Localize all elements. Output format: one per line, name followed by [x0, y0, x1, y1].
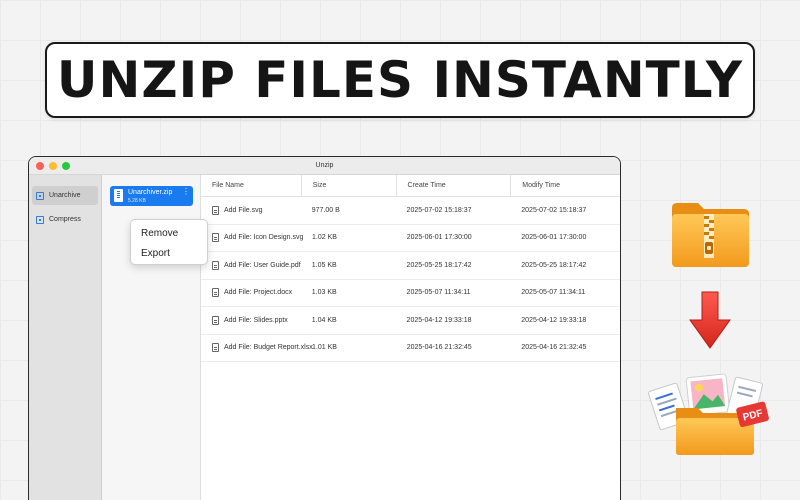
minimize-window-button[interactable] [49, 162, 57, 170]
file-size: 1.04 KB [311, 316, 337, 324]
column-header-create-time[interactable]: Create Time [395, 175, 511, 196]
file-name: Add File: User Guide.pdf [224, 261, 301, 269]
file-size: 1.02 KB [312, 234, 337, 242]
compress-icon [36, 215, 44, 224]
file-icon [212, 288, 219, 298]
table-row[interactable]: Add File: Slides.pptx 1.04 KB 2025-04-12… [201, 307, 620, 335]
column-header-size[interactable]: Size [300, 175, 396, 196]
menu-item-remove[interactable]: Remove [131, 224, 207, 244]
file-name-cell: Add File: User Guide.pdf [201, 260, 301, 270]
sidebar-item-label: Unarchive [49, 192, 81, 199]
create-time: 2025-04-16 21:32:45 [406, 344, 472, 352]
file-name-cell: Add File: Project.docx [201, 288, 301, 298]
file-icon [212, 260, 219, 270]
title-bar: Unzip [29, 157, 620, 175]
modify-time: 2025-04-16 21:32:45 [521, 344, 587, 352]
file-icon [212, 205, 219, 215]
create-time: 2025-04-12 19:33:18 [406, 316, 472, 324]
file-icon [212, 343, 219, 353]
create-time: 2025-05-07 11:34:11 [406, 289, 471, 297]
file-name-cell: Add File: Slides.pptx [201, 315, 301, 325]
down-arrow-icon [689, 291, 731, 349]
zip-file-icon [114, 189, 123, 202]
table-row[interactable]: Add File: Icon Design.svg 1.02 KB 2025-0… [201, 225, 620, 252]
file-name: Add File: Project.docx [224, 289, 293, 297]
close-window-button[interactable] [36, 162, 44, 170]
window-controls [36, 162, 70, 170]
context-menu: Remove Export [130, 219, 208, 265]
zip-folder-icon [672, 203, 749, 267]
sidebar: Unarchive Compress [29, 175, 102, 500]
table-header: File Name Size Create Time Modify Time [201, 175, 620, 197]
file-name-cell: Add File.svg [201, 205, 301, 215]
modify-time: 2025-05-25 18:17:42 [521, 261, 587, 269]
file-name: Add File: Icon Design.svg [224, 234, 304, 242]
table-row[interactable]: Add File: Budget Report.xlsx 1.01 KB 202… [201, 335, 620, 362]
file-table: File Name Size Create Time Modify Time A… [201, 175, 620, 500]
file-name: Add File: Slides.pptx [224, 316, 288, 324]
file-size: 1.01 KB [312, 344, 337, 352]
file-icon [212, 315, 219, 325]
files-folder-icon: PDF [648, 373, 769, 455]
modify-time: 2025-06-01 17:30:00 [521, 234, 587, 242]
file-icon [212, 233, 219, 243]
menu-item-export[interactable]: Export [131, 244, 207, 264]
archive-name: Unarchiver.zip [128, 189, 173, 196]
file-size: 977.00 B [311, 206, 340, 214]
table-row[interactable]: Add File: User Guide.pdf 1.05 KB 2025-05… [201, 252, 620, 280]
modify-time: 2025-04-12 19:33:18 [521, 316, 587, 324]
file-name-cell: Add File: Budget Report.xlsx [201, 343, 313, 353]
archive-item[interactable]: Unarchiver.zip 5.28 KB ⋮ [110, 186, 193, 206]
more-options-icon[interactable]: ⋮ [182, 188, 190, 196]
file-name: Add File.svg [224, 206, 263, 214]
file-name: Add File: Budget Report.xlsx [224, 344, 313, 352]
unarchive-icon [36, 191, 44, 200]
column-header-file-name[interactable]: File Name [201, 175, 301, 196]
archive-size: 5.28 KB [128, 198, 146, 204]
create-time: 2025-06-01 17:30:00 [406, 234, 472, 242]
file-size: 1.05 KB [311, 261, 337, 269]
file-name-cell: Add File: Icon Design.svg [201, 233, 304, 243]
table-row[interactable]: Add File: Project.docx 1.03 KB 2025-05-0… [201, 280, 620, 307]
create-time: 2025-07-02 15:18:37 [406, 206, 472, 214]
window-title: Unzip [315, 162, 334, 169]
sidebar-item-unarchive[interactable]: Unarchive [32, 186, 98, 205]
sidebar-item-label: Compress [49, 216, 81, 223]
app-window: Unzip Unarchive Compress Unarchiver.zip … [28, 156, 621, 500]
column-header-modify-time[interactable]: Modify Time [510, 175, 620, 196]
file-size: 1.03 KB [311, 289, 337, 297]
create-time: 2025-05-25 18:17:42 [406, 261, 472, 269]
window-content: Unarchive Compress Unarchiver.zip 5.28 K… [29, 175, 620, 500]
headline-text: UNZIP FILES INSTANTLY [56, 51, 744, 109]
maximize-window-button[interactable] [62, 162, 70, 170]
modify-time: 2025-07-02 15:18:37 [521, 206, 587, 214]
sidebar-item-compress[interactable]: Compress [32, 210, 98, 229]
modify-time: 2025-05-07 11:34:11 [521, 289, 586, 297]
headline-banner: UNZIP FILES INSTANTLY [45, 42, 755, 118]
table-row[interactable]: Add File.svg 977.00 B 2025-07-02 15:18:3… [201, 197, 620, 225]
